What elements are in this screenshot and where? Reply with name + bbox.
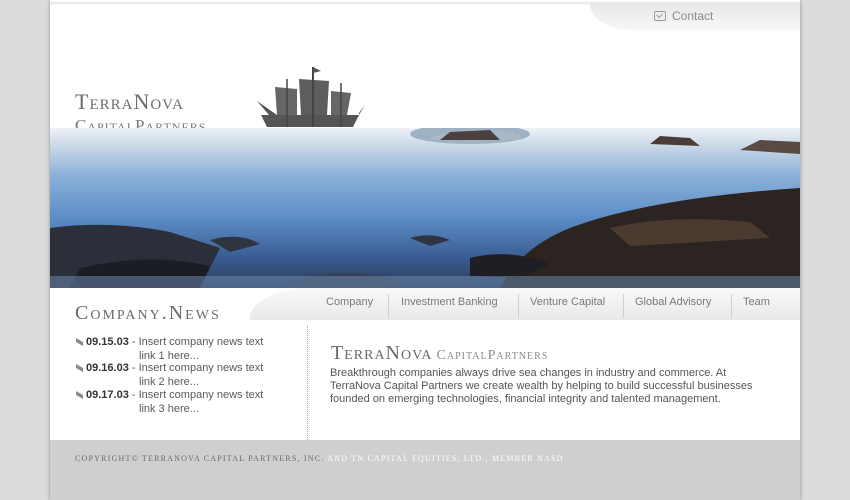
brand-heading-a: TerraNova [331,342,433,364]
news-item[interactable]: 09.17.03 - Insert company news text link… [76,389,276,416]
footer: COPYRIGHT© TERRANOVA CAPITAL PARTNERS, I… [50,440,800,500]
pencil-bullet-icon [76,364,83,373]
news-date: 09.17.03 [86,389,129,401]
news-date: 09.16.03 [86,362,129,374]
nav-venture-capital[interactable]: Venture Capital [530,296,605,308]
nav-company[interactable]: Company [326,296,373,308]
pencil-bullet-icon [76,391,83,400]
news-text-link[interactable]: link 1 here... [76,350,276,364]
nav-team[interactable]: Team [743,296,770,308]
copyright-b: AND TN CAPITAL EQUITIES, LTD., MEMBER NA… [327,454,564,463]
top-bar: Contact [50,0,800,30]
news-date: 09.15.03 [86,336,129,348]
page: Contact TerraNova CapitalPartners Compan… [50,0,800,500]
news-item[interactable]: 09.15.03 - Insert company news text link… [76,336,276,363]
envelope-icon [654,11,666,21]
brand-heading-b: CapitalPartners [436,348,549,363]
copyright: COPYRIGHT© TERRANOVA CAPITAL PARTNERS, I… [75,454,564,463]
logo-line-1: TerraNova [75,89,184,114]
pencil-bullet-icon [76,338,83,347]
column-divider [307,325,308,440]
news-text[interactable]: Insert company news text [139,362,264,374]
nav-separator [731,294,732,318]
news-item[interactable]: 09.16.03 - Insert company news text link… [76,362,276,389]
news-text-link[interactable]: link 2 here... [76,376,276,390]
copyright-a: COPYRIGHT© TERRANOVA CAPITAL PARTNERS, I… [75,454,325,463]
contact-link[interactable]: Contact [654,9,713,23]
news-text[interactable]: Insert company news text [139,336,264,348]
news-text-link[interactable]: link 3 here... [76,403,276,417]
nav-global-advisory[interactable]: Global Advisory [635,296,711,308]
news-text[interactable]: Insert company news text [139,389,264,401]
brand-heading: TerraNova CapitalPartners [331,342,548,365]
hero-image [50,128,800,288]
nav-separator [623,294,624,318]
intro-text: Breakthrough companies always drive sea … [330,367,753,405]
contact-label: Contact [672,9,714,23]
news-title: Company.News [75,302,221,324]
nav-separator [388,294,389,318]
nav-investment-banking[interactable]: Investment Banking [401,296,498,308]
nav-separator [518,294,519,318]
